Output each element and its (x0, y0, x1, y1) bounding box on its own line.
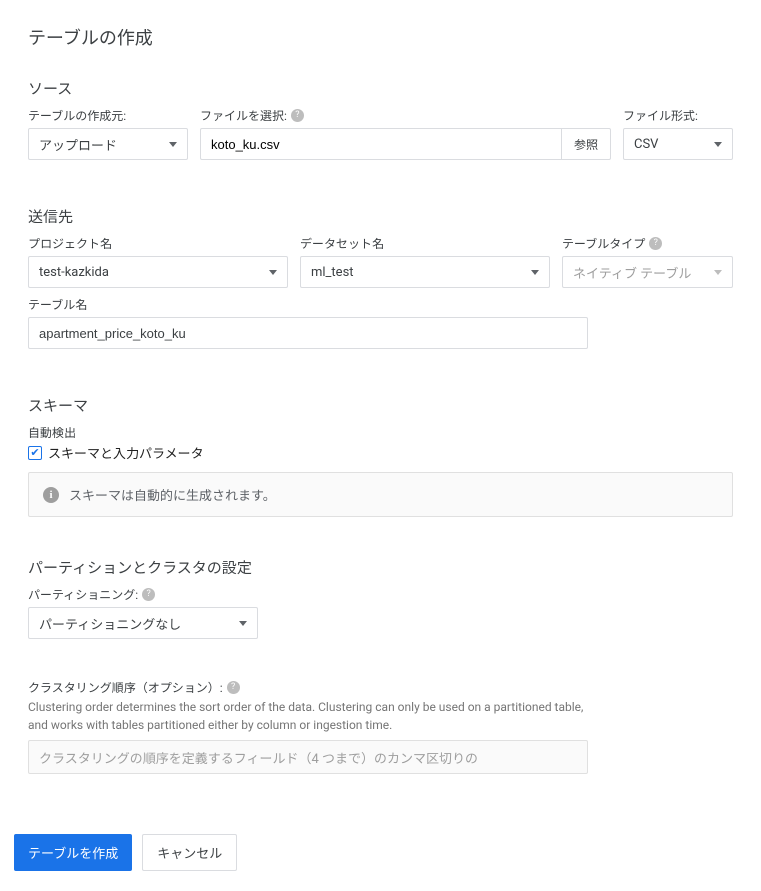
tabletype-label: テーブルタイプ (562, 235, 645, 252)
caret-down-icon (239, 621, 247, 626)
schema-auto-checkbox[interactable]: ✔ (28, 446, 42, 460)
caret-down-icon (714, 142, 722, 147)
destination-heading: 送信先 (28, 206, 733, 227)
file-format-value: CSV (634, 137, 658, 152)
source-origin-value: アップロード (39, 135, 117, 154)
browse-button[interactable]: 参照 (561, 128, 611, 160)
file-path-input-wrap (200, 128, 561, 160)
schema-heading: スキーマ (28, 395, 733, 416)
source-heading: ソース (28, 78, 733, 99)
caret-down-icon (269, 270, 277, 275)
caret-down-icon (714, 270, 722, 275)
tabletype-value: ネイティブ テーブル (573, 263, 691, 282)
file-format-label: ファイル形式: (623, 107, 733, 124)
source-origin-label: テーブルの作成元: (28, 107, 188, 124)
partition-value: パーティショニングなし (39, 614, 181, 633)
partition-heading: パーティションとクラスタの設定 (28, 557, 733, 578)
tablename-label: テーブル名 (28, 296, 588, 313)
project-select[interactable]: test-kazkida (28, 256, 288, 288)
schema-checkbox-label: スキーマと入力パラメータ (48, 443, 204, 462)
schema-info-bar: i スキーマは自動的に生成されます。 (28, 472, 733, 517)
caret-down-icon (531, 270, 539, 275)
help-icon[interactable]: ? (649, 237, 662, 250)
file-path-input[interactable] (211, 137, 551, 152)
dataset-value: ml_test (311, 265, 354, 280)
create-table-button[interactable]: テーブルを作成 (14, 834, 132, 871)
cluster-label: クラスタリング順序（オプション）: (28, 679, 223, 696)
cluster-description: Clustering order determines the sort ord… (28, 698, 588, 734)
dataset-select[interactable]: ml_test (300, 256, 550, 288)
page-title: テーブルの作成 (28, 24, 733, 50)
source-origin-select[interactable]: アップロード (28, 128, 188, 160)
partition-label: パーティショニング: (28, 586, 138, 603)
help-icon[interactable]: ? (142, 588, 155, 601)
caret-down-icon (169, 142, 177, 147)
dataset-label: データセット名 (300, 235, 550, 252)
tabletype-select: ネイティブ テーブル (562, 256, 733, 288)
file-format-select[interactable]: CSV (623, 128, 733, 160)
help-icon[interactable]: ? (227, 681, 240, 694)
project-value: test-kazkida (39, 265, 109, 280)
checkmark-icon: ✔ (30, 447, 39, 458)
help-icon[interactable]: ? (291, 109, 304, 122)
project-label: プロジェクト名 (28, 235, 288, 252)
cluster-input: クラスタリングの順序を定義するフィールド（4 つまで）のカンマ区切りの (28, 740, 588, 774)
cancel-button[interactable]: キャンセル (142, 834, 237, 871)
info-icon: i (43, 487, 59, 503)
schema-info-text: スキーマは自動的に生成されます。 (69, 485, 276, 504)
file-select-label: ファイルを選択: (200, 107, 287, 124)
partition-select[interactable]: パーティショニングなし (28, 607, 258, 639)
tablename-input[interactable] (39, 326, 577, 341)
tablename-input-wrap (28, 317, 588, 349)
schema-auto-label: 自動検出 (28, 424, 733, 441)
